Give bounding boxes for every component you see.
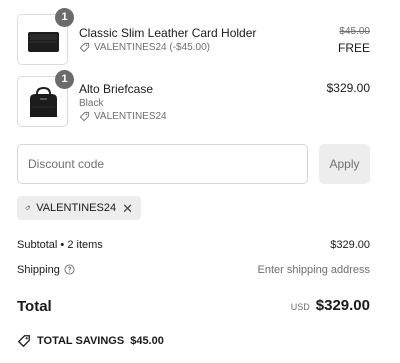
shipping-label: Shipping (17, 264, 60, 276)
original-price: $45.00 (339, 26, 370, 37)
item-discount-text: VALENTINES24 (-$45.00) (94, 42, 210, 53)
quantity-badge: 1 (55, 70, 74, 89)
item-discount: VALENTINES24 (79, 111, 167, 122)
apply-button[interactable]: Apply (319, 144, 370, 184)
tag-icon (79, 111, 90, 122)
shipping-value: Enter shipping address (257, 264, 370, 276)
item-variant: Black (79, 98, 104, 109)
total-amount: $329.00 (315, 297, 370, 314)
briefcase-image: 1 (17, 70, 74, 127)
total-label: Total (17, 298, 52, 315)
currency-code: USD (290, 302, 310, 312)
cart-line-item: 1 Classic Slim Leather Card Holder VALEN… (17, 8, 370, 66)
remove-discount-icon[interactable]: ✕ (122, 202, 133, 215)
savings-value: $45.00 (130, 335, 164, 347)
discount-code-input[interactable] (17, 144, 308, 184)
item-name: Alto Briefcase (79, 82, 154, 96)
item-price: FREE (337, 41, 370, 55)
subtotal-label: Subtotal • 2 items (17, 239, 103, 251)
item-price: $329.00 (326, 81, 370, 95)
item-discount-text: VALENTINES24 (94, 111, 167, 122)
item-discount: VALENTINES24 (-$45.00) (79, 42, 210, 53)
subtotal-value: $329.00 (330, 239, 370, 251)
quantity-badge: 1 (55, 8, 74, 27)
tag-icon (25, 205, 30, 211)
subtotal-row: Subtotal • 2 items $329.00 (17, 239, 370, 251)
help-icon[interactable] (64, 264, 75, 275)
total-savings: TOTAL SAVINGS $45.00 (17, 334, 164, 348)
cart-line-item: 1 Alto Briefcase Black VALENTINES24 $329… (17, 70, 370, 128)
applied-discount-code: VALENTINES24 (36, 202, 117, 214)
savings-label: TOTAL SAVINGS (37, 335, 125, 347)
total-amount-group: USD $329.00 (291, 297, 370, 314)
shipping-row: Shipping Enter shipping address (17, 264, 370, 276)
item-name: Classic Slim Leather Card Holder (79, 26, 257, 40)
applied-discount-chip: VALENTINES24 ✕ (17, 196, 141, 220)
tag-icon (17, 335, 30, 348)
card-holder-image: 1 (17, 8, 74, 65)
tag-icon (79, 42, 90, 53)
